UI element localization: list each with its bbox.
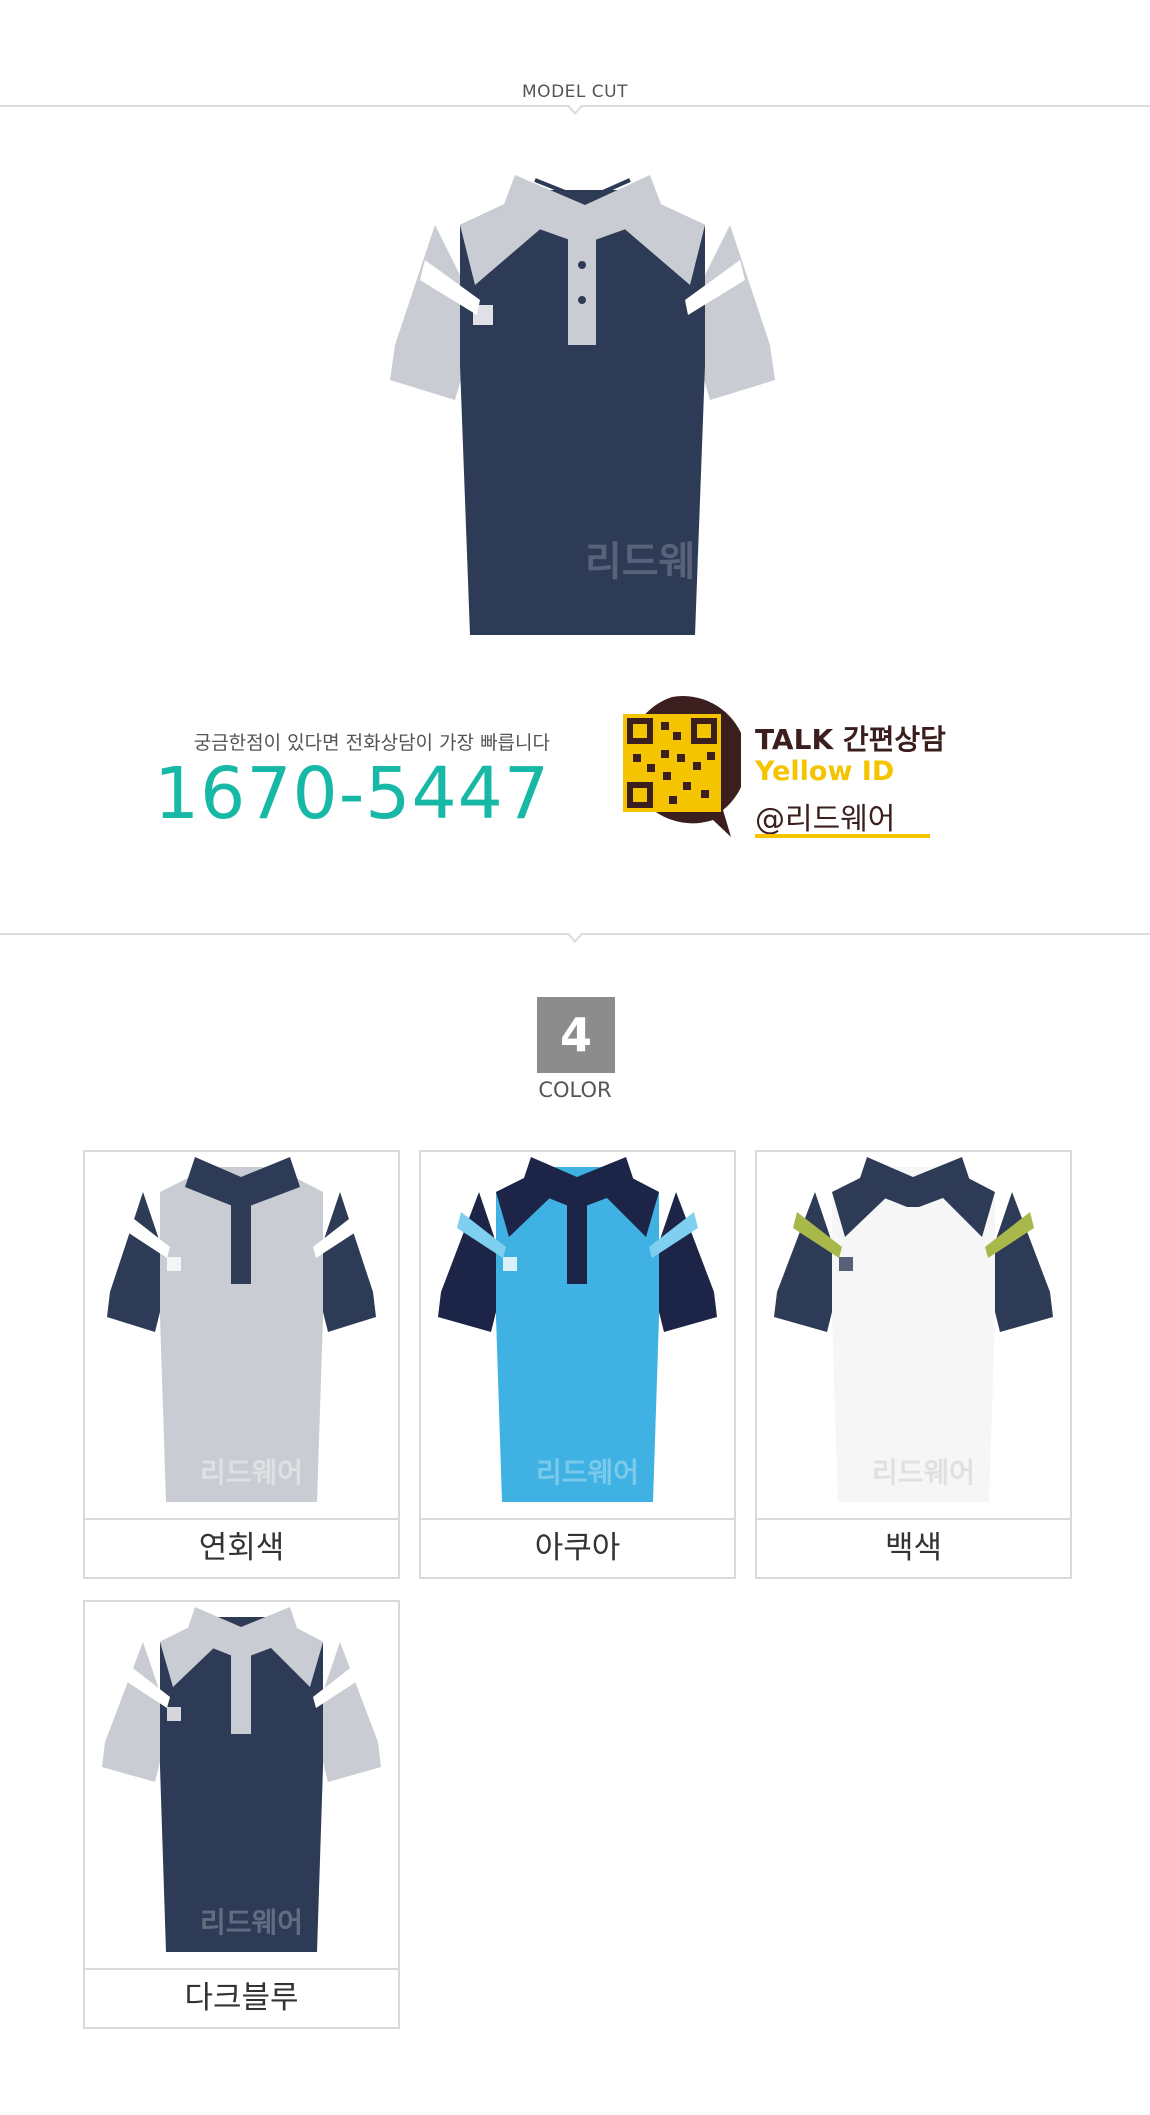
contact-message: 궁금한점이 있다면 전화상담이 가장 빠릅니다 [193,732,550,754]
talk-label: TALK [755,723,834,756]
shirt-image: 리드웨어 [421,1152,734,1517]
svg-text:리드웨어: 리드웨어 [200,1456,303,1489]
svg-text:리드웨어: 리드웨어 [872,1456,975,1489]
talk-suffix: 간편상담 [842,723,946,756]
color-section-label: COLOR [538,1078,612,1102]
color-card-white[interactable]: 리드웨어 백색 [755,1150,1072,1579]
color-name: 백색 [757,1518,1070,1577]
color-count-badge: 4 [537,997,615,1073]
main-shirt-image: 리드웨어 [385,165,780,645]
color-card-lightgray[interactable]: 리드웨어 연회색 [83,1150,400,1579]
model-cut-title: MODEL CUT [522,82,628,102]
yellow-id-label: Yellow ID [755,756,895,787]
qr-code-icon[interactable] [603,692,747,840]
kakao-talk-title: TALK 간편상담 [755,718,946,758]
color-card-aqua[interactable]: 리드웨어 아쿠아 [419,1150,736,1579]
kakao-handle[interactable]: @리드웨어 [755,794,895,838]
divider [0,105,1150,115]
color-name: 연회색 [85,1518,398,1577]
shirt-image: 리드웨어 [85,1602,398,1967]
color-card-darkblue[interactable]: 리드웨어 다크블루 [83,1600,400,2029]
svg-text:리드웨어: 리드웨어 [536,1456,639,1489]
shirt-image: 리드웨어 [757,1152,1070,1517]
divider [0,933,1150,943]
svg-text:리드웨어: 리드웨어 [200,1906,303,1939]
phone-number[interactable]: 1670-5447 [150,752,550,835]
svg-text:리드웨어: 리드웨어 [585,539,732,585]
color-name: 다크블루 [85,1968,398,2027]
color-name: 아쿠아 [421,1518,734,1577]
shirt-image: 리드웨어 [85,1152,398,1517]
kakao-underline [755,834,930,838]
